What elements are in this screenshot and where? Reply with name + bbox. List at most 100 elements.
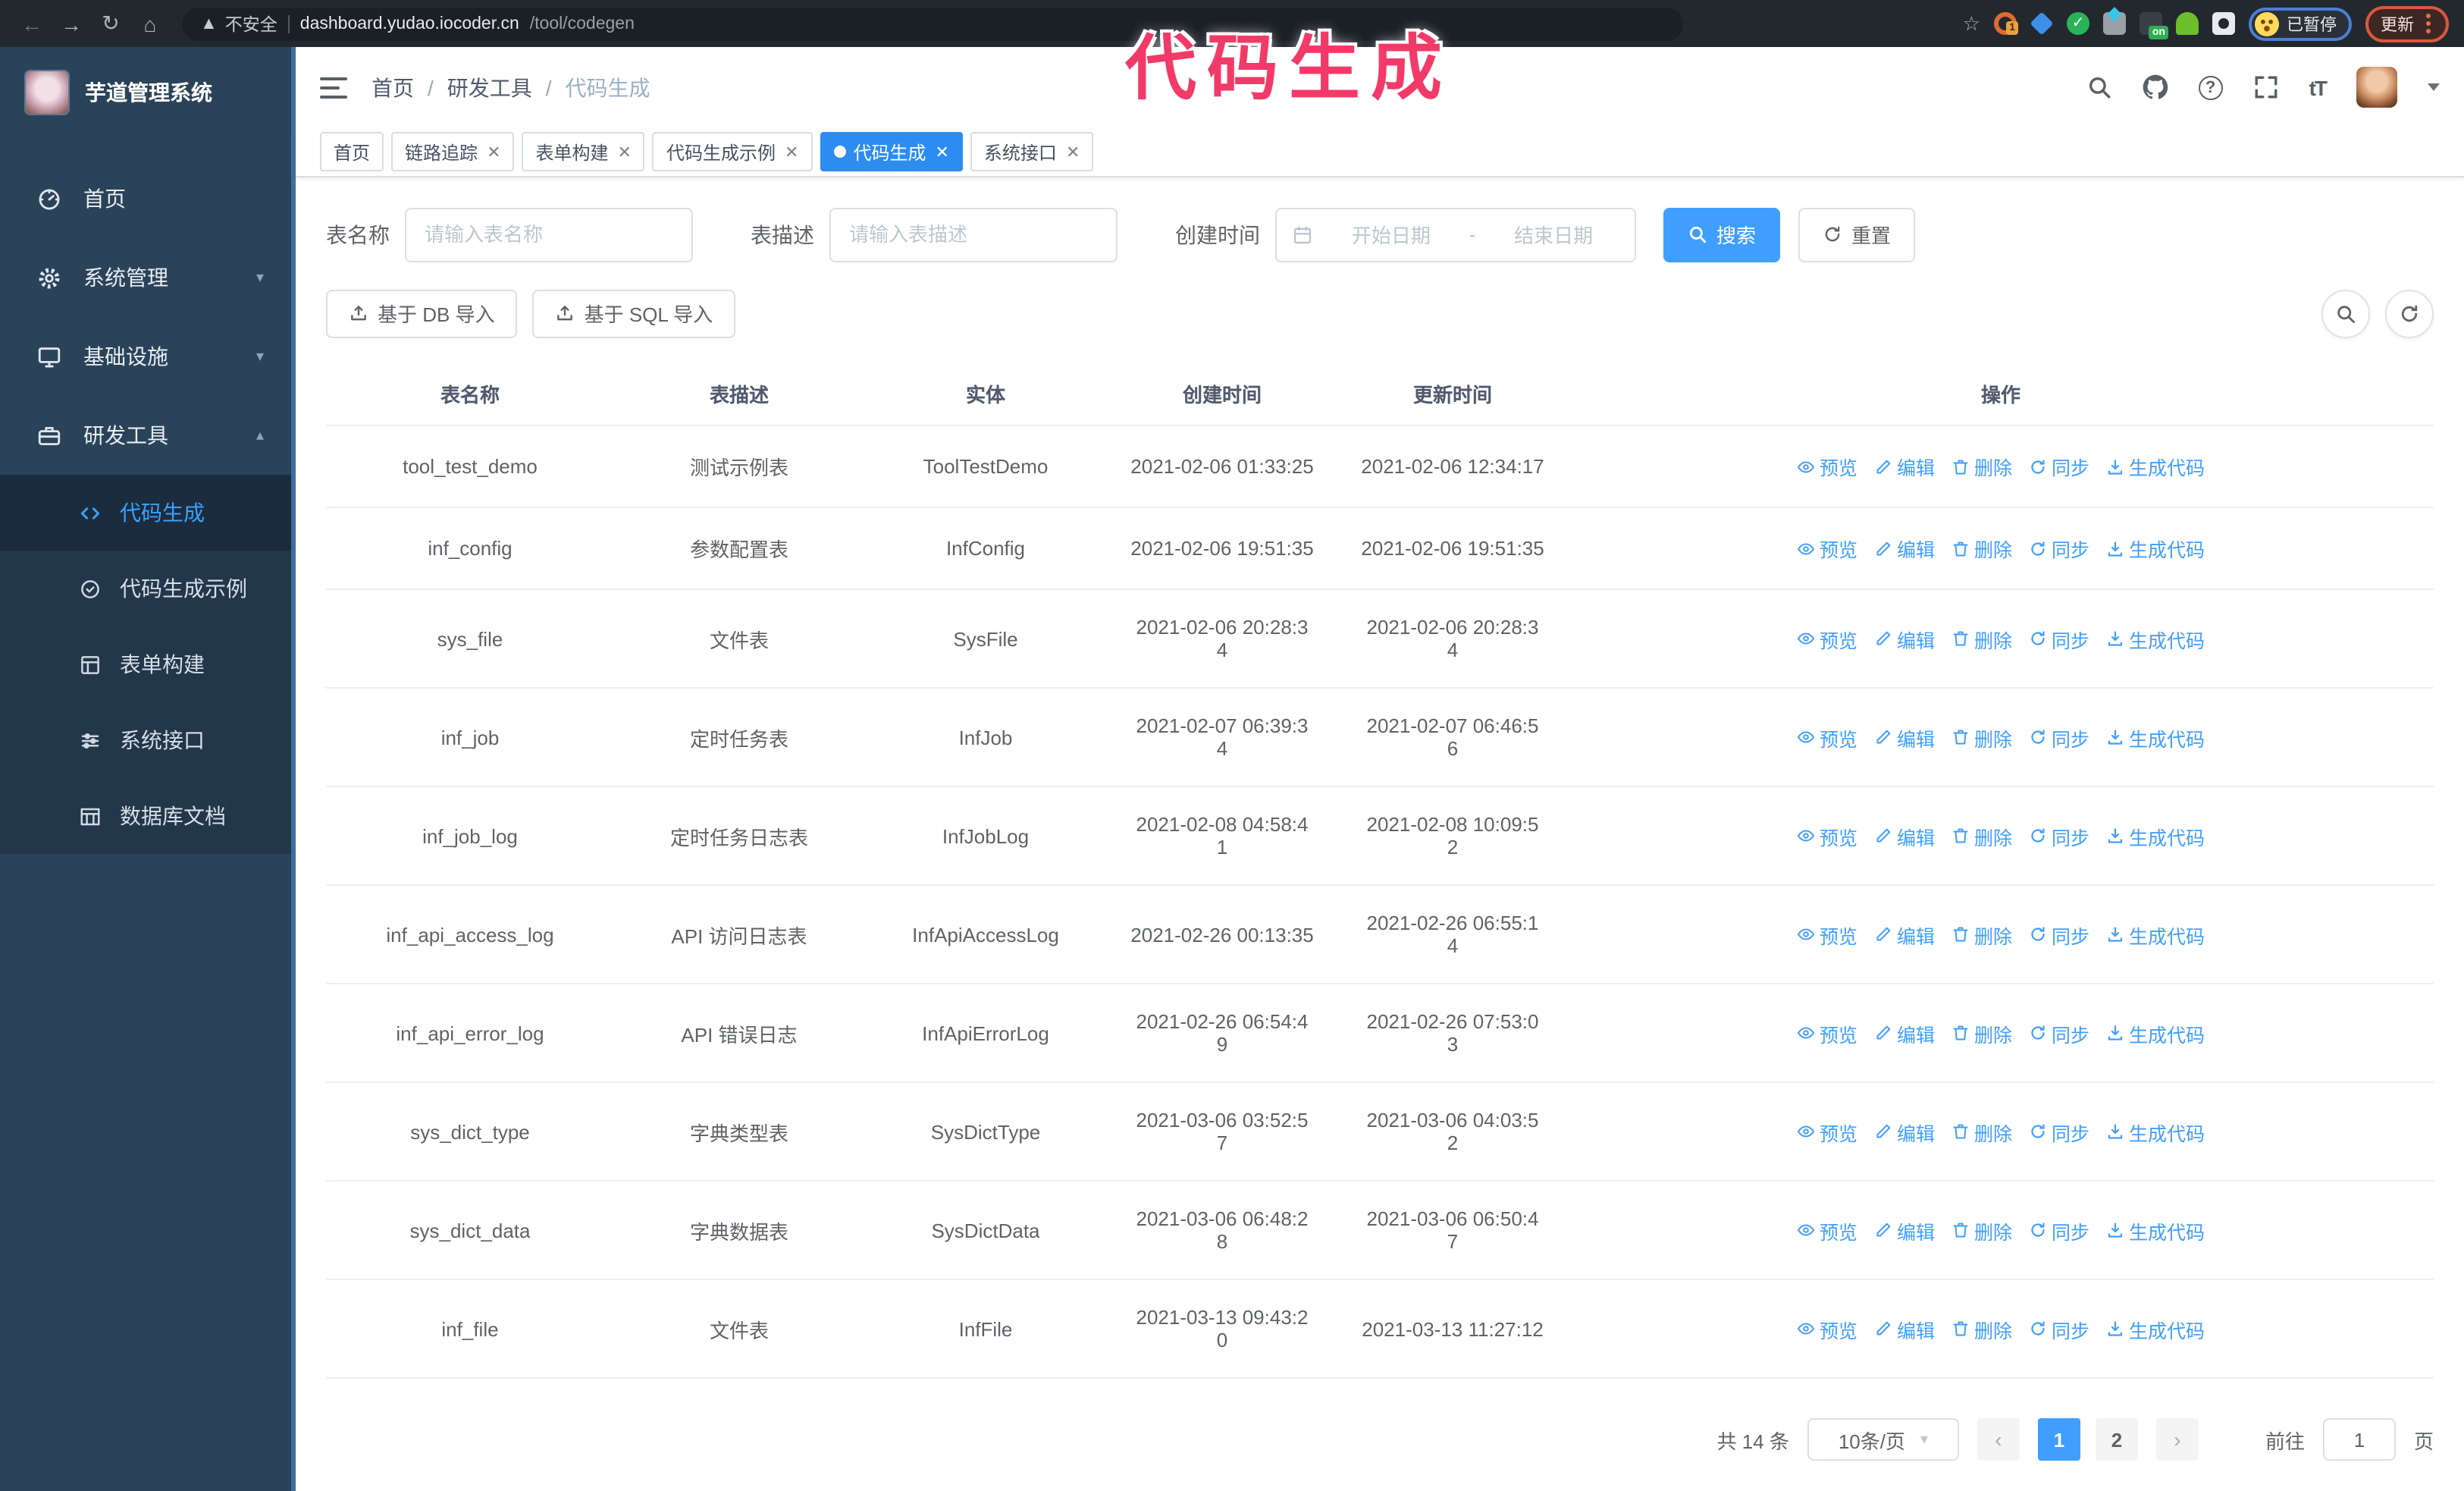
browser-update-button[interactable]: 更新	[2365, 5, 2449, 42]
action-sync-link[interactable]: 同步	[2029, 534, 2089, 563]
action-edit-link[interactable]: 编辑	[1874, 1314, 1935, 1343]
browser-forward-icon[interactable]: →	[55, 7, 88, 40]
next-page-button[interactable]: ›	[2155, 1418, 2199, 1461]
font-size-icon[interactable]: tT	[2309, 76, 2328, 100]
action-eye-link[interactable]: 预览	[1797, 723, 1857, 752]
action-trash-link[interactable]: 删除	[1951, 452, 2012, 481]
sidebar-subitem-0[interactable]: 代码生成	[0, 475, 291, 551]
extensions-puzzle-icon[interactable]	[2212, 12, 2235, 35]
action-sync-link[interactable]: 同步	[2029, 723, 2089, 752]
extension-key-icon[interactable]	[2176, 12, 2199, 35]
action-edit-link[interactable]: 编辑	[1874, 920, 1935, 949]
action-edit-link[interactable]: 编辑	[1874, 723, 1935, 752]
action-edit-link[interactable]: 编辑	[1874, 1019, 1935, 1047]
action-sync-link[interactable]: 同步	[2029, 624, 2089, 653]
action-download-link[interactable]: 生成代码	[2106, 1216, 2205, 1245]
search-icon[interactable]	[2086, 75, 2112, 101]
action-download-link[interactable]: 生成代码	[2106, 534, 2205, 563]
fullscreen-icon[interactable]	[2253, 75, 2279, 101]
sidebar-item-0[interactable]: 首页	[0, 159, 291, 238]
user-avatar[interactable]	[2356, 67, 2397, 108]
page-size-select[interactable]: 10条/页 ▾	[1807, 1418, 1959, 1461]
close-icon[interactable]: ✕	[785, 142, 798, 162]
action-edit-link[interactable]: 编辑	[1874, 452, 1935, 481]
action-eye-link[interactable]: 预览	[1797, 1216, 1857, 1245]
address-bar[interactable]: ▲ 不安全 dashboard.yudao.iocoder.cn/tool/cod…	[182, 7, 1683, 40]
action-trash-link[interactable]: 删除	[1951, 534, 2012, 563]
action-sync-link[interactable]: 同步	[2029, 452, 2089, 481]
action-sync-link[interactable]: 同步	[2029, 1019, 2089, 1047]
action-edit-link[interactable]: 编辑	[1874, 624, 1935, 653]
sidebar-subitem-2[interactable]: 表单构建	[0, 626, 291, 702]
action-trash-link[interactable]: 删除	[1951, 1314, 2012, 1343]
security-warning[interactable]: ▲ 不安全	[200, 11, 277, 36]
action-eye-link[interactable]: 预览	[1797, 1019, 1857, 1047]
action-download-link[interactable]: 生成代码	[2106, 1314, 2205, 1343]
close-icon[interactable]: ✕	[935, 142, 948, 162]
tab-2[interactable]: 表单构建 ✕	[522, 132, 645, 172]
toggle-search-button[interactable]	[2321, 289, 2370, 337]
browser-reload-icon[interactable]: ↻	[94, 7, 127, 40]
date-range-picker[interactable]: 开始日期 - 结束日期	[1275, 207, 1636, 262]
action-sync-link[interactable]: 同步	[2029, 821, 2089, 850]
help-icon[interactable]: ?	[2198, 75, 2223, 100]
sidebar-item-2[interactable]: 基础设施 ▾	[0, 317, 291, 396]
github-icon[interactable]	[2143, 75, 2168, 101]
action-eye-link[interactable]: 预览	[1797, 1117, 1857, 1146]
breadcrumb-home[interactable]: 首页	[371, 73, 414, 103]
action-eye-link[interactable]: 预览	[1797, 534, 1857, 563]
extension-box-icon[interactable]: on	[2140, 12, 2168, 39]
chevron-down-icon[interactable]	[2428, 83, 2440, 92]
refresh-table-button[interactable]	[2385, 289, 2434, 337]
action-edit-link[interactable]: 编辑	[1874, 1216, 1935, 1245]
profile-paused-badge[interactable]: 已暂停	[2249, 7, 2352, 40]
start-date-placeholder[interactable]: 开始日期	[1325, 220, 1457, 249]
import-sql-button[interactable]: 基于 SQL 导入	[532, 289, 736, 337]
prev-page-button[interactable]: ‹	[1977, 1418, 2020, 1461]
action-download-link[interactable]: 生成代码	[2106, 723, 2205, 752]
action-download-link[interactable]: 生成代码	[2106, 452, 2205, 481]
action-download-link[interactable]: 生成代码	[2106, 920, 2205, 949]
import-db-button[interactable]: 基于 DB 导入	[326, 289, 518, 337]
action-trash-link[interactable]: 删除	[1951, 821, 2012, 850]
action-sync-link[interactable]: 同步	[2029, 1314, 2089, 1343]
tab-0[interactable]: 首页	[320, 132, 384, 172]
sidebar-item-1[interactable]: 系统管理 ▾	[0, 238, 291, 317]
action-edit-link[interactable]: 编辑	[1874, 821, 1935, 850]
app-logo-row[interactable]: 芋道管理系统	[0, 47, 291, 138]
sidebar-item-3[interactable]: 研发工具 ▴	[0, 396, 291, 475]
action-download-link[interactable]: 生成代码	[2106, 1117, 2205, 1146]
sidebar-subitem-3[interactable]: 系统接口	[0, 702, 291, 778]
sidebar-subitem-1[interactable]: 代码生成示例	[0, 551, 291, 626]
action-edit-link[interactable]: 编辑	[1874, 534, 1935, 563]
table-name-input[interactable]	[405, 207, 693, 262]
page-button-2[interactable]: 2	[2095, 1418, 2138, 1461]
action-trash-link[interactable]: 删除	[1951, 723, 2012, 752]
tab-3[interactable]: 代码生成示例 ✕	[652, 132, 813, 172]
action-sync-link[interactable]: 同步	[2029, 1216, 2089, 1245]
extension-gem-icon[interactable]	[2030, 11, 2054, 36]
action-edit-link[interactable]: 编辑	[1874, 1117, 1935, 1146]
extension-sliders-icon[interactable]	[2103, 12, 2126, 35]
action-download-link[interactable]: 生成代码	[2106, 821, 2205, 850]
action-trash-link[interactable]: 删除	[1951, 1019, 2012, 1047]
action-trash-link[interactable]: 删除	[1951, 624, 2012, 653]
browser-menu-icon[interactable]	[2426, 21, 2431, 26]
close-icon[interactable]: ✕	[1066, 142, 1080, 162]
reset-button[interactable]: 重置	[1798, 207, 1916, 262]
goto-page-input[interactable]	[2322, 1418, 2396, 1461]
action-eye-link[interactable]: 预览	[1797, 920, 1857, 949]
action-sync-link[interactable]: 同步	[2029, 1117, 2089, 1146]
close-icon[interactable]: ✕	[487, 142, 500, 162]
end-date-placeholder[interactable]: 结束日期	[1487, 220, 1619, 249]
search-button[interactable]: 搜索	[1663, 207, 1781, 262]
action-trash-link[interactable]: 删除	[1951, 1117, 2012, 1146]
action-eye-link[interactable]: 预览	[1797, 1314, 1857, 1343]
extension-orange-icon[interactable]: 1	[1994, 12, 2018, 35]
sidebar-subitem-4[interactable]: 数据库文档	[0, 778, 291, 854]
breadcrumb-tools[interactable]: 研发工具	[447, 73, 532, 103]
action-eye-link[interactable]: 预览	[1797, 624, 1857, 653]
page-button-1[interactable]: 1	[2037, 1418, 2080, 1461]
bookmark-star-icon[interactable]: ☆	[1963, 11, 1980, 36]
close-icon[interactable]: ✕	[618, 142, 632, 162]
